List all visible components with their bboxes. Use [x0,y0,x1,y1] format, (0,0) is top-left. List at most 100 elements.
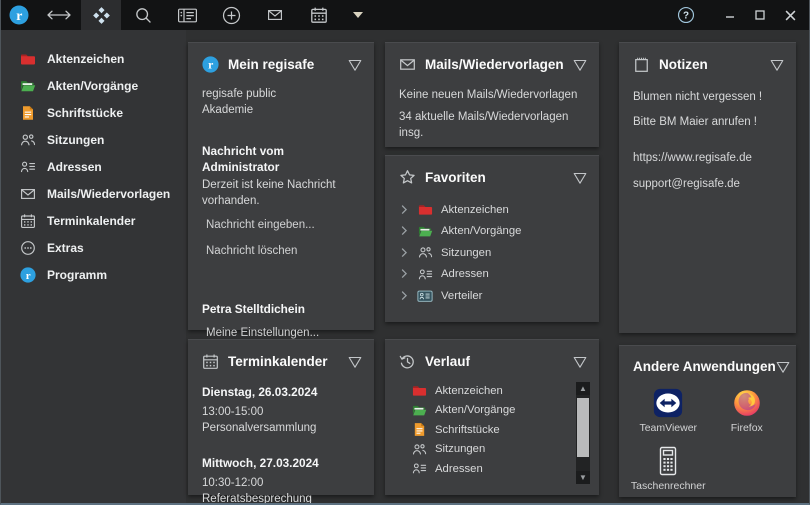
calendar-icon [19,212,36,229]
card-collapse-button[interactable] [348,356,362,368]
search-icon [134,6,153,25]
favorite-item-akten-vorgaenge[interactable]: Akten/Vorgänge [385,221,599,243]
card-title: Mein regisafe [228,57,314,72]
history-item-schriftstuecke[interactable]: Schriftstücke [385,420,563,440]
sidebar-item-aktenzeichen[interactable]: Aktenzeichen [1,45,186,72]
sidebar-item-label: Aktenzeichen [47,52,124,66]
more-menu-button[interactable] [341,0,375,30]
notepad-icon [633,56,650,73]
favorite-item-sitzungen[interactable]: Sitzungen [385,242,599,264]
maximize-button[interactable] [745,0,775,30]
appointment-date[interactable]: Mittwoch, 27.03.2024 [188,455,374,471]
sidebar-item-programm[interactable]: Programm [1,261,186,288]
chevron-right-icon[interactable] [401,205,410,215]
ellipsis-circle-icon [19,239,36,256]
instance-name: regisafe public [188,86,374,102]
scrollbar-thumb[interactable] [577,398,589,457]
sidebar-item-label: Schriftstücke [47,106,123,120]
calendar-button[interactable] [297,0,341,30]
sidebar-item-label: Akten/Vorgänge [47,79,138,93]
card-collapse-button[interactable] [573,59,587,71]
note-line[interactable]: Blumen nicht vergessen ! [619,89,796,105]
card-mails-wiedervorlagen: Mails/Wiedervorlagen Keine neuen Mails/W… [385,42,599,147]
chevron-right-icon[interactable] [401,269,410,279]
history-scrollbar[interactable]: ▲ ▼ [576,382,590,484]
scroll-down-arrow[interactable]: ▼ [576,471,590,484]
sidebar-item-schriftstuecke[interactable]: Schriftstücke [1,99,186,126]
dashboard: Mein regisafe regisafe public Akademie N… [186,30,809,503]
register-icon [177,7,198,24]
card-collapse-button[interactable] [348,59,362,71]
app-window: ? Aktenzeichen Akten/Vorgänge [0,0,810,505]
appointment-event[interactable]: 13:00-15:00 Personalversammlung [188,404,374,436]
favorite-item-aktenzeichen[interactable]: Aktenzeichen [385,199,599,221]
menu-caret-icon [353,12,363,18]
enter-message-link[interactable]: Nachricht eingeben... [188,218,374,233]
history-item-adressen[interactable]: Adressen [385,459,563,479]
sidebar-item-label: Extras [47,241,84,255]
card-title: Mails/Wiedervorlagen [425,57,564,72]
sidebar-item-akten-vorgaenge[interactable]: Akten/Vorgänge [1,72,186,99]
favorite-item-adressen[interactable]: Adressen [385,264,599,286]
cockpit-icon [92,6,111,25]
card-header: Mein regisafe [188,43,374,73]
card-collapse-button[interactable] [776,361,790,373]
app-firefox[interactable]: Firefox [708,386,787,434]
toolbar-right-group: ? [671,0,809,30]
regisafe-logo-icon[interactable] [1,0,37,30]
sidebar-item-sitzungen[interactable]: Sitzungen [1,126,186,153]
mail-icon [399,56,416,73]
chevron-right-icon[interactable] [401,291,410,301]
scroll-up-arrow[interactable]: ▲ [576,382,590,395]
cockpit-button[interactable] [81,0,121,30]
regisafe-logo-icon [19,266,36,283]
favorite-label: Aktenzeichen [441,204,509,216]
close-button[interactable] [775,0,805,30]
note-link-url[interactable]: https://www.regisafe.de [619,150,796,166]
toolbar: ? [1,0,809,30]
admin-message-heading: Nachricht vom Administrator [188,143,374,175]
history-label: Akten/Vorgänge [435,404,515,416]
app-teamviewer[interactable]: TeamViewer [629,386,708,434]
minimize-button[interactable] [715,0,745,30]
history-item-akten-vorgaenge[interactable]: Akten/Vorgänge [385,401,563,421]
sidebar-item-mails-wiedervorlagen[interactable]: Mails/Wiedervorlagen [1,180,186,207]
card-favoriten: Favoriten Aktenzeichen Akten/Vorgänge [385,155,599,322]
app-taschenrechner[interactable]: Taschenrechner [629,444,708,492]
appointment-date[interactable]: Dienstag, 26.03.2024 [188,384,374,400]
card-collapse-button[interactable] [573,172,587,184]
instance-name2: Akademie [188,102,374,118]
teamviewer-icon [653,386,683,418]
register-button[interactable] [165,0,209,30]
sidebar-item-adressen[interactable]: Adressen [1,153,186,180]
close-icon [785,10,796,21]
history-item-sitzungen[interactable]: Sitzungen [385,440,563,460]
nav-arrows-icon[interactable] [37,0,81,30]
search-button[interactable] [121,0,165,30]
add-button[interactable] [209,0,253,30]
mail-button[interactable] [253,0,297,30]
chevron-right-icon[interactable] [401,226,410,236]
help-button[interactable]: ? [671,0,701,30]
history-item-aktenzeichen[interactable]: Aktenzeichen [385,381,563,401]
note-line[interactable]: Bitte BM Maier anrufen ! [619,114,796,130]
card-collapse-button[interactable] [770,59,784,71]
app-label: TeamViewer [639,422,697,434]
folder-green-open-icon [411,402,427,418]
note-link-email[interactable]: support@regisafe.de [619,176,796,192]
people-icon [411,441,427,457]
help-icon: ? [677,6,695,24]
mail-icon [265,7,285,23]
favorite-item-verteiler[interactable]: Verteiler [385,285,599,307]
chevron-right-icon[interactable] [401,248,410,258]
sidebar-item-extras[interactable]: Extras [1,234,186,261]
favorite-label: Sitzungen [441,247,491,259]
card-title: Verlauf [425,354,470,369]
sidebar-item-terminkalender[interactable]: Terminkalender [1,207,186,234]
svg-text:?: ? [683,11,689,22]
card-collapse-button[interactable] [573,356,587,368]
appointment-event[interactable]: 10:30-12:00 Referatsbesprechung [188,475,374,505]
card-header: Notizen [619,43,796,73]
delete-message-link[interactable]: Nachricht löschen [188,244,374,259]
history-label: Schriftstücke [435,424,500,436]
